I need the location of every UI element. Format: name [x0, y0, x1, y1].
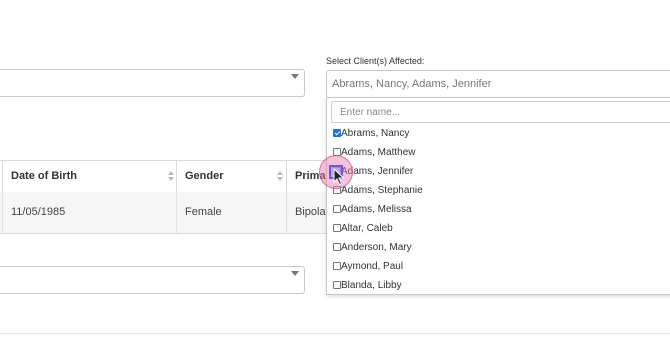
list-item[interactable]: Anderson, Mary	[333, 241, 663, 260]
cell-primary: Bipolar	[286, 192, 330, 233]
table-row[interactable]: 11/05/1985 Female Bipolar	[0, 192, 330, 234]
cell-gender: Female	[176, 192, 288, 233]
name-search-input[interactable]	[331, 101, 670, 123]
list-item[interactable]: Blanda, Libby	[333, 279, 663, 294]
clients-table: Date of Birth Gender Primar 11/05/1985 F…	[0, 160, 330, 234]
checkbox-icon[interactable]	[333, 243, 341, 251]
clients-dropdown[interactable]: Abrams, Nancy Adams, Matthew Adams, Jenn…	[326, 97, 670, 295]
cell-dob: 11/05/1985	[2, 192, 177, 233]
mouse-cursor-icon	[333, 168, 345, 186]
sort-icon[interactable]	[277, 171, 283, 182]
checkbox-icon[interactable]	[333, 129, 341, 137]
chevron-down-icon	[291, 74, 299, 79]
chevron-down-icon	[291, 271, 299, 276]
clients-select[interactable]: Abrams, Nancy, Adams, Jennifer	[326, 70, 670, 98]
clients-field-label: Select Client(s) Affected:	[326, 56, 425, 66]
client-options-list[interactable]: Abrams, Nancy Adams, Matthew Adams, Jenn…	[333, 127, 663, 294]
clients-select-summary: Abrams, Nancy, Adams, Jennifer	[332, 78, 492, 90]
list-item[interactable]: Abrams, Nancy	[333, 127, 663, 146]
list-item[interactable]: Adams, Matthew	[333, 146, 663, 165]
checkbox-icon[interactable]	[333, 205, 341, 213]
sort-icon[interactable]	[168, 171, 174, 182]
list-item[interactable]: Altar, Caleb	[333, 222, 663, 241]
table-header: Date of Birth Gender Primar	[0, 160, 330, 193]
list-item[interactable]: Aymond, Paul	[333, 260, 663, 279]
checkbox-icon[interactable]	[333, 224, 341, 232]
bottom-select[interactable]	[0, 266, 305, 294]
column-header-gender[interactable]: Gender	[176, 161, 288, 192]
divider	[0, 333, 670, 334]
list-item[interactable]: Adams, Stephanie	[333, 184, 663, 203]
checkbox-icon[interactable]	[333, 281, 341, 289]
list-item[interactable]: Adams, Jennifer	[333, 165, 663, 184]
checkbox-icon[interactable]	[333, 262, 341, 270]
column-header-dob[interactable]: Date of Birth	[2, 161, 177, 192]
list-item[interactable]: Adams, Melissa	[333, 203, 663, 222]
top-select[interactable]	[0, 69, 305, 97]
